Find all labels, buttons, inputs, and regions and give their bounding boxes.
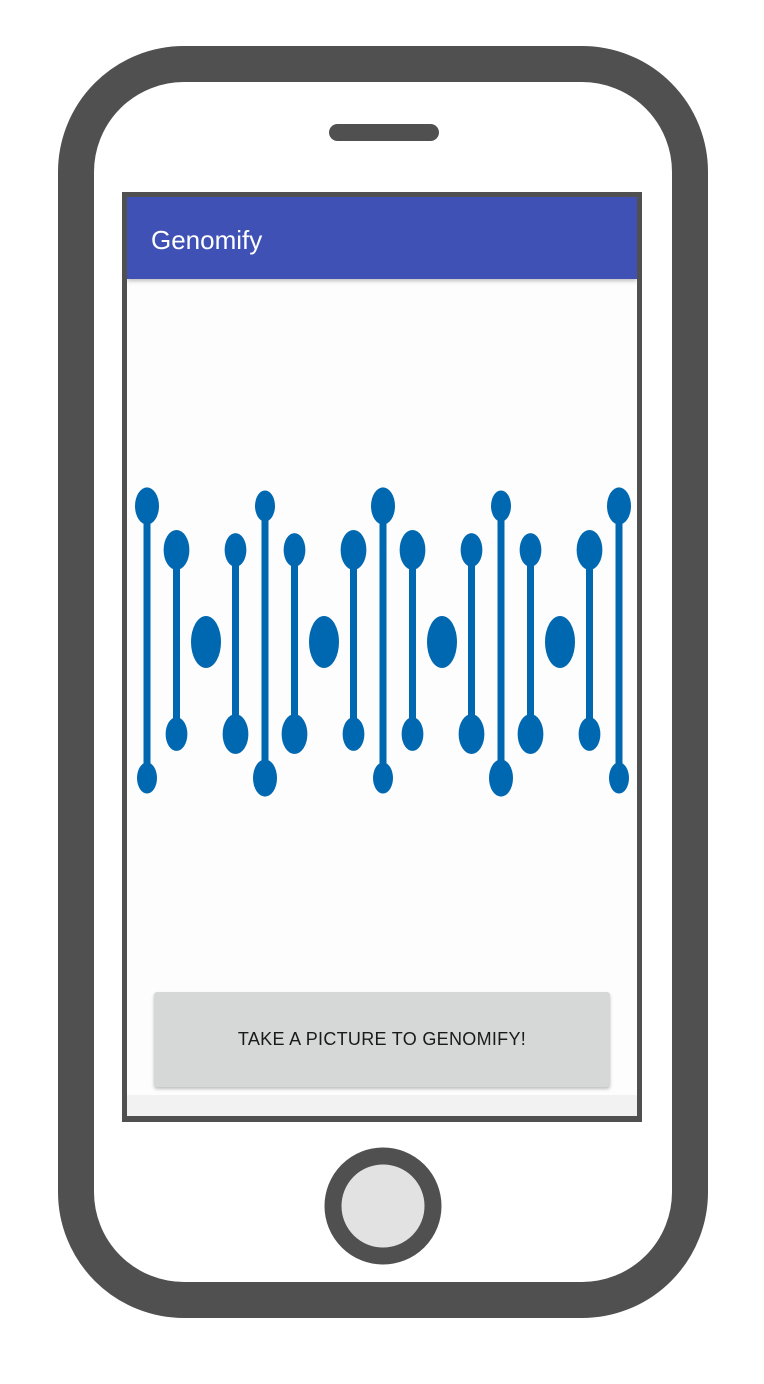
dna-node xyxy=(609,762,629,794)
dna-rung xyxy=(163,529,190,751)
dna-node xyxy=(545,616,575,668)
dna-node xyxy=(401,717,424,751)
app-toolbar: Genomify xyxy=(127,197,637,279)
dna-strand xyxy=(409,549,416,735)
dna-node xyxy=(137,762,157,794)
dna-node xyxy=(489,759,513,797)
dna-rung xyxy=(545,616,575,668)
dna-rung xyxy=(253,490,277,797)
dna-node xyxy=(458,714,485,755)
dna-rung xyxy=(309,616,339,668)
dna-node xyxy=(399,529,426,570)
dna-node xyxy=(342,717,365,751)
dna-rung xyxy=(340,529,367,751)
phone-mockup: Genomify TAKE A PICTURE TO GENOMIFY! xyxy=(0,0,764,1384)
dna-strand xyxy=(379,506,387,778)
dna-node xyxy=(576,529,603,570)
dna-strand xyxy=(261,506,269,778)
dna-strand xyxy=(527,549,534,735)
dna-rung xyxy=(191,616,221,668)
dna-node xyxy=(427,616,457,668)
dna-node xyxy=(340,529,367,570)
dna-strand xyxy=(173,549,180,735)
dna-rung xyxy=(427,616,457,668)
dna-rung xyxy=(458,533,485,755)
dna-node xyxy=(607,487,631,525)
dna-node xyxy=(491,490,511,522)
dna-strand xyxy=(615,506,623,778)
dna-rung xyxy=(371,487,395,794)
screen-bottom-edge xyxy=(127,1095,637,1116)
dna-node xyxy=(165,717,188,751)
dna-node xyxy=(191,616,221,668)
app-screen: Genomify TAKE A PICTURE TO GENOMIFY! xyxy=(127,197,637,1116)
dna-helix-icon xyxy=(135,487,631,797)
dna-strand xyxy=(232,549,239,735)
dna-node xyxy=(517,714,544,755)
dna-node xyxy=(224,533,247,567)
dna-node xyxy=(283,533,306,567)
dna-strand xyxy=(586,549,593,735)
dna-node xyxy=(519,533,542,567)
dna-node xyxy=(373,762,393,794)
dna-strand xyxy=(350,549,357,735)
dna-node xyxy=(163,529,190,570)
dna-rung xyxy=(576,529,603,751)
dna-node xyxy=(578,717,601,751)
dna-node xyxy=(253,759,277,797)
dna-node xyxy=(460,533,483,567)
dna-node xyxy=(222,714,249,755)
dna-strand xyxy=(468,549,475,735)
dna-strand xyxy=(291,549,298,735)
dna-rung xyxy=(222,533,249,755)
dna-node xyxy=(371,487,395,525)
home-button-icon[interactable] xyxy=(324,1147,442,1265)
dna-rung xyxy=(489,490,513,797)
dna-rung xyxy=(135,487,159,794)
dna-node xyxy=(309,616,339,668)
dna-node xyxy=(255,490,275,522)
take-picture-button[interactable]: TAKE A PICTURE TO GENOMIFY! xyxy=(154,992,610,1087)
dna-rung xyxy=(517,533,544,755)
dna-strand xyxy=(143,506,151,778)
app-title: Genomify xyxy=(151,225,263,255)
dna-rung xyxy=(399,529,426,751)
dna-node xyxy=(281,714,308,755)
dna-node xyxy=(135,487,159,525)
dna-rung xyxy=(607,487,631,794)
speaker-icon xyxy=(329,124,439,141)
dna-rung xyxy=(281,533,308,755)
dna-strand xyxy=(497,506,505,778)
